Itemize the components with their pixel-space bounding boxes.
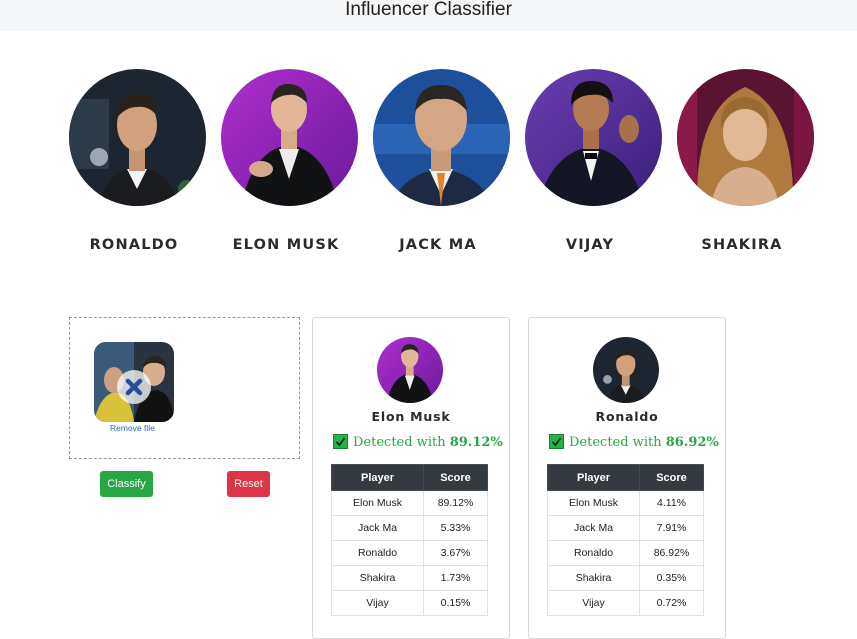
score-cell: 86.92% <box>639 540 704 566</box>
score-table: Player Score Elon Musk 89.12% Jack Ma 5.33… <box>331 464 488 616</box>
column-header-score: Score <box>639 464 704 491</box>
detection-value: 86.92% <box>665 435 719 450</box>
remove-file-icon[interactable] <box>117 370 151 404</box>
shakira-avatar <box>677 69 814 206</box>
classify-button[interactable]: Classify <box>100 471 153 497</box>
score-cell: 0.35% <box>639 565 704 591</box>
app-title: Influencer Classifier <box>345 0 512 20</box>
result-avatar <box>377 337 443 403</box>
person-name-jack-ma: JACK MA <box>399 237 477 253</box>
remove-file-link[interactable]: Remove file <box>110 423 155 433</box>
player-cell: Ronaldo <box>331 540 424 566</box>
score-cell: 89.12% <box>423 490 488 516</box>
table-row: Vijay 0.15% <box>331 590 488 616</box>
jack-ma-avatar <box>373 69 510 206</box>
player-cell: Elon Musk <box>331 490 424 516</box>
detection-prefix: Detected with <box>353 435 446 450</box>
result-name: Ronaldo <box>595 409 659 424</box>
ronaldo-avatar <box>69 69 206 206</box>
result-card-ronaldo: Ronaldo Detected with 86.92% Player Scor… <box>528 317 726 639</box>
result-avatar <box>593 337 659 403</box>
player-cell: Jack Ma <box>547 515 640 541</box>
table-row: Jack Ma 5.33% <box>331 515 488 541</box>
player-cell: Elon Musk <box>547 490 640 516</box>
check-icon <box>333 434 348 449</box>
table-row: Shakira 0.35% <box>547 565 704 591</box>
table-row: Elon Musk 4.11% <box>547 490 704 516</box>
table-row: Vijay 0.72% <box>547 590 704 616</box>
table-row: Elon Musk 89.12% <box>331 490 488 516</box>
vijay-avatar <box>525 69 662 206</box>
score-cell: 0.72% <box>639 590 704 616</box>
player-cell: Shakira <box>547 565 640 591</box>
table-row: Shakira 1.73% <box>331 565 488 591</box>
player-cell: Jack Ma <box>331 515 424 541</box>
table-row: Ronaldo 86.92% <box>547 540 704 566</box>
reset-button[interactable]: Reset <box>227 471 270 497</box>
score-cell: 7.91% <box>639 515 704 541</box>
check-icon <box>549 434 564 449</box>
person-name-elon-musk: ELON MUSK <box>232 237 340 253</box>
image-dropzone[interactable]: Remove file <box>69 317 300 459</box>
detection-value: 89.12% <box>449 435 503 450</box>
player-cell: Shakira <box>331 565 424 591</box>
detection-result: Detected with 86.92% <box>549 434 725 454</box>
app-header: Influencer Classifier <box>0 0 857 31</box>
detection-prefix: Detected with <box>569 435 662 450</box>
result-card-elon-musk: Elon Musk Detected with 89.12% Player Sc… <box>312 317 510 639</box>
person-name-vijay: VIJAY <box>565 237 615 253</box>
person-name-shakira: SHAKIRA <box>701 237 783 253</box>
column-header-score: Score <box>423 464 488 491</box>
score-cell: 4.11% <box>639 490 704 516</box>
result-name: Elon Musk <box>371 409 451 424</box>
player-cell: Vijay <box>547 590 640 616</box>
table-row: Jack Ma 7.91% <box>547 515 704 541</box>
elon-musk-avatar <box>221 69 358 206</box>
score-cell: 5.33% <box>423 515 488 541</box>
player-cell: Vijay <box>331 590 424 616</box>
column-header-player: Player <box>331 464 424 491</box>
column-header-player: Player <box>547 464 640 491</box>
score-table: Player Score Elon Musk 4.11% Jack Ma 7.91%… <box>547 464 704 616</box>
table-row: Ronaldo 3.67% <box>331 540 488 566</box>
score-cell: 3.67% <box>423 540 488 566</box>
player-cell: Ronaldo <box>547 540 640 566</box>
score-cell: 0.15% <box>423 590 488 616</box>
score-cell: 1.73% <box>423 565 488 591</box>
detection-result: Detected with 89.12% <box>333 434 509 454</box>
person-name-ronaldo: RONALDO <box>89 237 179 253</box>
